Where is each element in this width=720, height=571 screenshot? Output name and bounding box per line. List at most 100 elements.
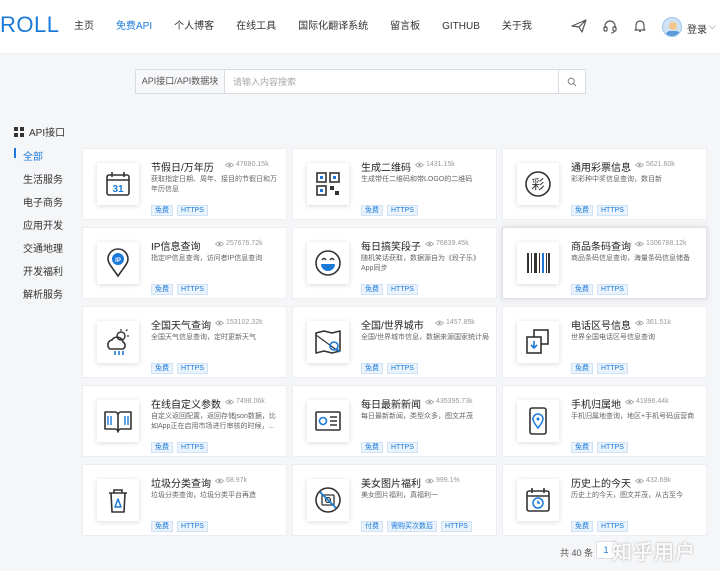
sidebar-item-parse[interactable]: 解析服务	[23, 286, 63, 301]
api-icon-box	[307, 242, 349, 284]
api-title[interactable]: 全国天气查询	[151, 317, 211, 332]
view-count-value: 1457.85k	[446, 319, 475, 326]
api-tag: HTTPS	[597, 521, 628, 532]
view-count-value: 361.51k	[646, 319, 671, 326]
api-title[interactable]: 生成二维码	[361, 159, 411, 174]
api-card[interactable]: 全国/世界城市 1457.85k 全国/世界城市信息，数据来源国家统计局 免费 H…	[292, 306, 497, 378]
nav-github[interactable]: GITHUB	[442, 0, 480, 54]
api-card[interactable]: 电话区号信息 361.51k 世界全国电话区号信息查询 免费 HTTPS	[502, 306, 707, 378]
api-icon-box	[517, 321, 559, 363]
api-card[interactable]: 美女图片福利 999.1% 美女图片福利，真福利一 付费 需购买次数后 HTTPS	[292, 464, 497, 536]
api-tag: HTTPS	[177, 284, 208, 295]
api-tag: 免费	[571, 363, 593, 374]
api-card[interactable]: IP IP信息查询 257676.72k 指定IP信息查询，访问者IP信息查询 …	[82, 227, 287, 299]
api-tag: 免费	[361, 363, 383, 374]
api-card[interactable]: 历史上的今天 432.69k 历史上的今天，图文并茂，从古至今 免费 HTTPS	[502, 464, 707, 536]
api-title[interactable]: 手机归属地	[571, 396, 621, 411]
api-icon-box: IP	[97, 242, 139, 284]
mobile-location-icon	[529, 407, 547, 435]
eye-icon	[215, 478, 224, 483]
nav-i18n[interactable]: 国际化翻译系统	[298, 0, 368, 54]
api-title[interactable]: 通用彩票信息	[571, 159, 631, 174]
api-tag: HTTPS	[177, 205, 208, 216]
api-description: 垃圾分类查询，垃圾分类平台再造	[151, 492, 256, 499]
sidebar-item-life[interactable]: 生活服务	[23, 171, 63, 186]
api-card[interactable]: 商品条码查询 1306788.12k 商品条码信息查询，海量条码信息储备 免费 H…	[502, 227, 707, 299]
api-card[interactable]: 31 节假日/万年历 47880.15k 获取指定日期、周年、接目的节假日和万年…	[82, 148, 287, 220]
api-card[interactable]: 每日搞笑段子 76839.45k 随机笑话获取，数据源自为《段子乐》App同步 …	[292, 227, 497, 299]
view-count-value: 76839.45k	[436, 240, 469, 247]
api-description: 生成带任二维码和带LOGO的二维码	[361, 176, 473, 183]
api-tag: 免费	[571, 442, 593, 453]
bell-icon[interactable]	[632, 18, 648, 34]
sidebar-item-appdev[interactable]: 应用开发	[23, 217, 63, 232]
api-tag: HTTPS	[597, 442, 628, 453]
api-card[interactable]: 生成二维码 1431.15k 生成带任二维码和带LOGO的二维码 免费 HTTPS	[292, 148, 497, 220]
nav-tools[interactable]: 在线工具	[236, 0, 276, 54]
user-avatar[interactable]	[662, 17, 682, 37]
api-title[interactable]: 历史上的今天	[571, 475, 631, 490]
sidebar-item-ecommerce[interactable]: 电子商务	[23, 194, 63, 209]
nav-about[interactable]: 关于我	[502, 0, 532, 54]
nav-home[interactable]: 主页	[74, 0, 94, 54]
search-input[interactable]	[225, 70, 558, 93]
view-count-value: 47880.15k	[236, 161, 269, 168]
send-icon[interactable]	[571, 18, 587, 34]
main-nav: 主页 免费API 个人博客 在线工具 国际化翻译系统 留言板 GITHUB 关于…	[74, 0, 554, 54]
view-count-value: 68.97k	[226, 477, 248, 484]
sidebar-item-all[interactable]: 全部	[23, 148, 43, 163]
login-link[interactable]: 登录	[687, 21, 707, 36]
api-title[interactable]: 全国/世界城市	[361, 317, 424, 332]
api-title[interactable]: 垃圾分类查询	[151, 475, 211, 490]
eye-icon	[635, 241, 644, 246]
view-count-value: 7498.06k	[236, 398, 265, 405]
search-button[interactable]	[558, 70, 585, 93]
chevron-down-icon[interactable]: ⌵	[709, 21, 716, 32]
view-count-value: 41896.44k	[636, 398, 669, 405]
api-icon-box	[517, 242, 559, 284]
api-tags: 免费 HTTPS	[151, 205, 212, 216]
sidebar-item-devwelfare[interactable]: 开发福利	[23, 263, 63, 278]
api-icon-box: 彩	[517, 163, 559, 205]
svg-text:彩: 彩	[531, 178, 544, 193]
view-count-value: 257676.72k	[226, 240, 263, 247]
api-title[interactable]: 每日搞笑段子	[361, 238, 421, 253]
api-card[interactable]: 全国天气查询 153102.32k 全国天气信息查询，定时更新天气 免费 HTTP…	[82, 306, 287, 378]
sidebar-item-transport[interactable]: 交通地理	[23, 240, 63, 255]
view-count: 1457.85k	[435, 319, 475, 326]
sidebar-title-label: API接口	[29, 128, 66, 139]
site-logo[interactable]: ROLL	[0, 12, 59, 38]
api-description: 每日最新新闻，类型众多，图文并茂	[361, 413, 473, 420]
sidebar-title: API接口	[14, 124, 65, 139]
api-card[interactable]: 在线自定义参数 7498.06k 自定义返回配置，返回存储json数据，比如Ap…	[82, 385, 287, 457]
nav-guestbook[interactable]: 留言板	[390, 0, 420, 54]
no-photo-icon	[315, 487, 341, 513]
api-title[interactable]: 节假日/万年历	[151, 159, 214, 174]
api-title[interactable]: 美女图片福利	[361, 475, 421, 490]
nav-blog[interactable]: 个人博客	[174, 0, 214, 54]
api-title[interactable]: 每日最新新闻	[361, 396, 421, 411]
api-tag: HTTPS	[387, 363, 418, 374]
news-icon	[315, 411, 341, 431]
api-card[interactable]: 彩 通用彩票信息 5621.60k 彩彩种中奖信息查询，数目新 免费 HTTPS	[502, 148, 707, 220]
nav-free-api[interactable]: 免费API	[116, 0, 152, 54]
search-bar: API接口/API数据块	[135, 69, 586, 94]
grid-icon	[14, 126, 24, 137]
headset-icon[interactable]	[602, 18, 618, 34]
api-description: 世界全国电话区号信息查询	[571, 334, 655, 341]
api-card[interactable]: 每日最新新闻 435395.73k 每日最新新闻，类型众多，图文并茂 免费 HTT…	[292, 385, 497, 457]
api-card[interactable]: 垃圾分类查询 68.97k 垃圾分类查询，垃圾分类平台再造 免费 HTTPS	[82, 464, 287, 536]
api-title[interactable]: IP信息查询	[151, 238, 200, 253]
api-title[interactable]: 商品条码查询	[571, 238, 631, 253]
api-tag: HTTPS	[387, 442, 418, 453]
api-title[interactable]: 在线自定义参数	[151, 396, 221, 411]
api-tag: HTTPS	[597, 205, 628, 216]
api-tags: 付费 需购买次数后 HTTPS	[361, 521, 476, 532]
search-scope-select[interactable]: API接口/API数据块	[136, 70, 225, 93]
api-card[interactable]: 手机归属地 41896.44k 手机归属地查询，地区+手机号码运营商 免费 HTT…	[502, 385, 707, 457]
api-tags: 免费 HTTPS	[571, 521, 632, 532]
api-title[interactable]: 电话区号信息	[571, 317, 631, 332]
api-icon-box	[307, 479, 349, 521]
eye-icon	[225, 399, 234, 404]
trash-recycle-icon	[109, 489, 127, 513]
